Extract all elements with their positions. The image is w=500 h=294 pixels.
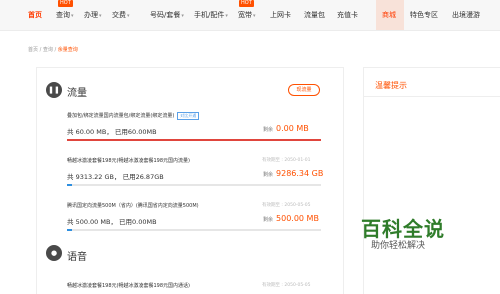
progress-bar xyxy=(67,229,321,231)
breadcrumb-separator: / xyxy=(54,47,57,53)
tips-title: 温馨提示 xyxy=(375,81,407,90)
watermark: 百科全说 助你轻松解决 xyxy=(361,218,445,252)
remaining-amount: 剩余 0.00 MB xyxy=(263,124,309,133)
chevron-down-icon: ▾ xyxy=(181,13,184,19)
nav-datacard[interactable]: 上网卡 xyxy=(270,10,291,20)
nav-number-plan[interactable]: 号码/套餐▾ xyxy=(150,10,184,21)
nav-rechargecard[interactable]: 充值卡 xyxy=(337,10,358,20)
progress-fill xyxy=(67,229,73,231)
total-amount: 共 9313.22 GB xyxy=(67,173,115,181)
status-badge[interactable]: 对比开通 xyxy=(177,112,200,120)
remaining-amount: 剩余 9286.34 GB xyxy=(263,169,323,178)
used-amount: 已用0.00MB xyxy=(119,218,157,226)
nav-handle[interactable]: 办理▾ xyxy=(84,10,102,21)
tips-panel: 温馨提示 xyxy=(363,67,500,294)
remaining-label: 剩余 xyxy=(263,217,274,223)
nav-phone[interactable]: 手机/配件▾ xyxy=(194,10,228,21)
chevron-down-icon: ▾ xyxy=(225,13,228,19)
chevron-down-icon: ▾ xyxy=(71,13,74,19)
total-amount: 共 60.00 MB xyxy=(67,128,107,136)
divider xyxy=(364,96,500,97)
chevron-down-icon: ▾ xyxy=(99,13,102,19)
remaining-value: 0.00 MB xyxy=(276,124,309,133)
nav-number-plan-label: 号码/套餐 xyxy=(150,11,181,19)
chevron-down-icon: ▾ xyxy=(127,13,130,19)
nav-pay-label: 交费 xyxy=(112,11,126,19)
expiry-date: 有效期至 : 2050-01-01 xyxy=(262,158,311,163)
remaining-value: 9286.34 GB xyxy=(276,169,324,178)
usage-stats: 共 500.00 MB， 已用0.00MB xyxy=(67,218,157,226)
expiry-date: 有效期至 : 2050-05-05 xyxy=(262,283,311,288)
nav-special[interactable]: 特色专区 xyxy=(410,10,438,20)
nav-query-label: 查询 xyxy=(56,11,70,19)
progress-fill xyxy=(67,139,321,141)
nav-query[interactable]: 查询▾ xyxy=(56,10,74,21)
chevron-down-icon: ▾ xyxy=(253,13,256,19)
usage-stats: 共 60.00 MB， 已用60.00MB xyxy=(67,128,157,136)
row-title-text: 叠加包/绑定流量国内流量包/绑定流量(绑定流量) xyxy=(67,113,175,119)
pause-icon: ❚❚ xyxy=(46,82,62,98)
remaining-value: 500.00 MB xyxy=(276,214,319,223)
breadcrumb-home[interactable]: 首页 xyxy=(28,47,38,53)
nav-pay[interactable]: 交费▾ xyxy=(112,10,130,21)
remaining-label: 剩余 xyxy=(263,127,274,133)
current-data-button[interactable]: 现流量 xyxy=(288,84,320,96)
usage-stats: 共 9313.22 GB， 已用26.87GB xyxy=(67,173,164,181)
nav-home[interactable]: 首页 xyxy=(28,10,42,20)
watermark-slogan: 助你轻松解决 xyxy=(371,241,426,251)
nav-broadband-label: 宽带 xyxy=(238,11,252,19)
progress-bar xyxy=(67,139,321,141)
breadcrumb-query[interactable]: 查询 xyxy=(43,47,53,53)
nav-phone-label: 手机/配件 xyxy=(194,11,225,19)
total-amount: 共 500.00 MB xyxy=(67,218,111,226)
remaining-amount: 剩余 500.00 MB xyxy=(263,214,319,223)
remaining-label: 剩余 xyxy=(263,172,274,178)
nav-broadband[interactable]: 宽带▾ xyxy=(238,10,256,21)
section-title-voice: 语音 xyxy=(67,252,87,263)
used-amount: 已用26.87GB xyxy=(122,173,164,181)
breadcrumb-separator: / xyxy=(39,47,42,53)
list-item-title: 腾讯国定向流量500M（省内）(腾讯国省内定向流量500M) xyxy=(67,203,199,209)
chat-icon: ● xyxy=(46,245,62,261)
section-title-data: 流量 xyxy=(67,88,87,99)
list-item-title: 叠加包/绑定流量国内流量包/绑定流量(绑定流量) 对比开通 xyxy=(67,112,200,120)
hot-badge: HOT xyxy=(58,0,73,7)
nav-roaming[interactable]: 出境漫游 xyxy=(452,10,480,20)
progress-fill xyxy=(67,184,73,186)
breadcrumb: 首页 / 查询 / 余量查询 xyxy=(28,46,78,53)
breadcrumb-current: 余量查询 xyxy=(57,47,78,53)
nav-mall[interactable]: 商城 xyxy=(382,10,396,20)
expiry-date: 有效期至 : 2050-05-05 xyxy=(262,203,311,208)
progress-bar xyxy=(67,184,321,186)
nav-datapack[interactable]: 流量包 xyxy=(304,10,325,20)
watermark-logo: 百科全说 xyxy=(361,217,445,241)
hot-badge: HOT xyxy=(239,0,254,7)
top-nav: 首页 查询▾ HOT 办理▾ 交费▾ 号码/套餐▾ 手机/配件▾ 宽带▾ HOT… xyxy=(0,0,500,31)
list-item-title: 畅越冰激凌套餐198元(畅越冰激凌套餐198元国内流量) xyxy=(67,158,190,164)
nav-handle-label: 办理 xyxy=(84,11,98,19)
list-item-title: 畅越冰激凌套餐198元(畅越冰激凌套餐198元国内通话) xyxy=(67,283,190,289)
used-amount: 已用60.00MB xyxy=(114,128,157,136)
